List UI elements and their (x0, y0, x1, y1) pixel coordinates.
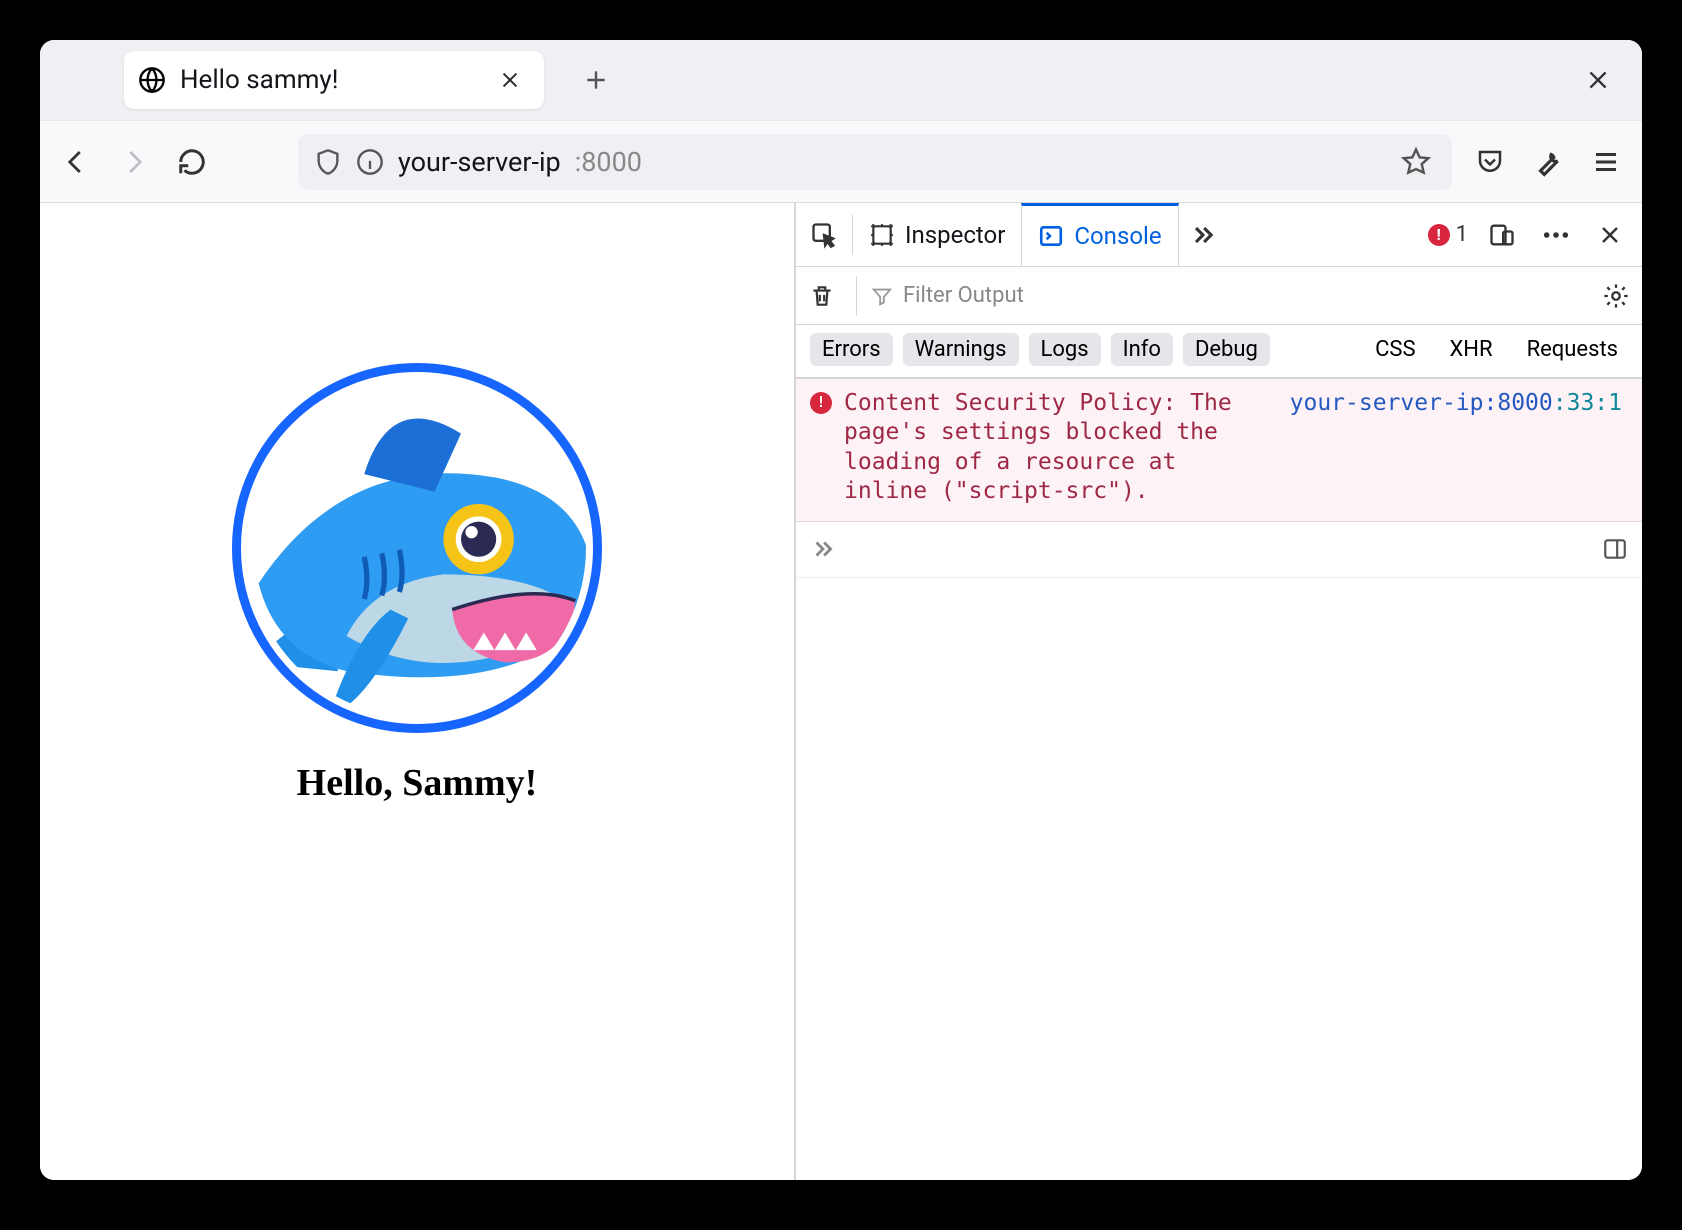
pocket-button[interactable] (1470, 142, 1510, 182)
window-close-button[interactable] (1578, 60, 1618, 100)
shield-icon[interactable] (314, 148, 342, 176)
clear-console-button[interactable] (802, 276, 842, 316)
devtools-tabbar: Inspector Console ! 1 (796, 203, 1642, 267)
error-icon: ! (1428, 224, 1450, 246)
tab-close-button[interactable] (490, 60, 530, 100)
avatar-image (232, 363, 602, 733)
cat-errors[interactable]: Errors (810, 333, 893, 366)
devtools-right-tools: ! 1 (1428, 215, 1642, 255)
toolbar: your-server-ip :8000 (40, 120, 1642, 202)
browser-window: Hello sammy! (40, 40, 1642, 1180)
console-filter-row: Filter Output (796, 267, 1642, 325)
console-categories: Errors Warnings Logs Info Debug CSS XHR … (796, 325, 1642, 379)
devtools-close-button[interactable] (1590, 215, 1630, 255)
cat-debug[interactable]: Debug (1183, 333, 1270, 366)
back-button[interactable] (56, 142, 96, 182)
shark-illustration (241, 372, 593, 724)
cat-requests[interactable]: Requests (1517, 333, 1628, 366)
console-body: ! Content Security Policy: The page's se… (796, 379, 1642, 1180)
chevrons-right-icon (810, 536, 836, 562)
error-source[interactable]: your-server-ip:8000:33:1 (1290, 389, 1622, 507)
devtools-tab-console[interactable]: Console (1021, 203, 1178, 266)
error-source-loc: :33:1 (1553, 390, 1622, 416)
error-text: Content Security Policy: The page's sett… (844, 389, 1254, 507)
cat-logs[interactable]: Logs (1029, 333, 1101, 366)
split-panel-button[interactable] (1602, 536, 1628, 562)
reload-button[interactable] (172, 142, 212, 182)
filter-output-input[interactable]: Filter Output (871, 283, 1588, 308)
globe-icon (138, 66, 166, 94)
responsive-mode-button[interactable] (1482, 215, 1522, 255)
error-count-badge[interactable]: ! 1 (1428, 222, 1468, 247)
devtools-menu-button[interactable] (1536, 215, 1576, 255)
devtools-panel: Inspector Console ! 1 (794, 203, 1642, 1180)
page-heading: Hello, Sammy! (297, 761, 538, 805)
tab-strip: Hello sammy! (40, 40, 1642, 120)
cat-warnings[interactable]: Warnings (903, 333, 1019, 366)
cat-css[interactable]: CSS (1365, 333, 1425, 366)
error-source-host: your-server-ip:8000 (1290, 390, 1553, 416)
cat-info[interactable]: Info (1111, 333, 1173, 366)
forward-button[interactable] (114, 142, 154, 182)
bookmark-star-button[interactable] (1396, 142, 1436, 182)
tab-title: Hello sammy! (180, 65, 476, 95)
browser-tab[interactable]: Hello sammy! (124, 51, 544, 109)
devtools-picker-button[interactable] (796, 203, 852, 266)
console-prompt[interactable] (796, 522, 1642, 578)
inspector-label: Inspector (905, 221, 1005, 249)
page-viewport: Hello, Sammy! (40, 203, 794, 1180)
url-host: your-server-ip (398, 146, 561, 178)
url-bar[interactable]: your-server-ip :8000 (298, 134, 1452, 190)
devtools-tab-inspector[interactable]: Inspector (853, 203, 1021, 266)
error-count: 1 (1456, 222, 1468, 247)
error-icon: ! (810, 392, 832, 414)
info-icon[interactable] (356, 148, 384, 176)
content-row: Hello, Sammy! Inspector Console (40, 202, 1642, 1180)
console-error-message: ! Content Security Policy: The page's se… (796, 379, 1642, 522)
console-settings-button[interactable] (1596, 276, 1636, 316)
new-tab-button[interactable] (576, 60, 616, 100)
console-label: Console (1074, 222, 1161, 250)
settings-wrench-button[interactable] (1528, 142, 1568, 182)
filter-icon (871, 285, 893, 307)
filter-placeholder: Filter Output (903, 283, 1024, 308)
devtools-tab-overflow[interactable] (1179, 203, 1227, 266)
url-port: :8000 (575, 146, 642, 178)
app-menu-button[interactable] (1586, 142, 1626, 182)
cat-xhr[interactable]: XHR (1440, 333, 1503, 366)
